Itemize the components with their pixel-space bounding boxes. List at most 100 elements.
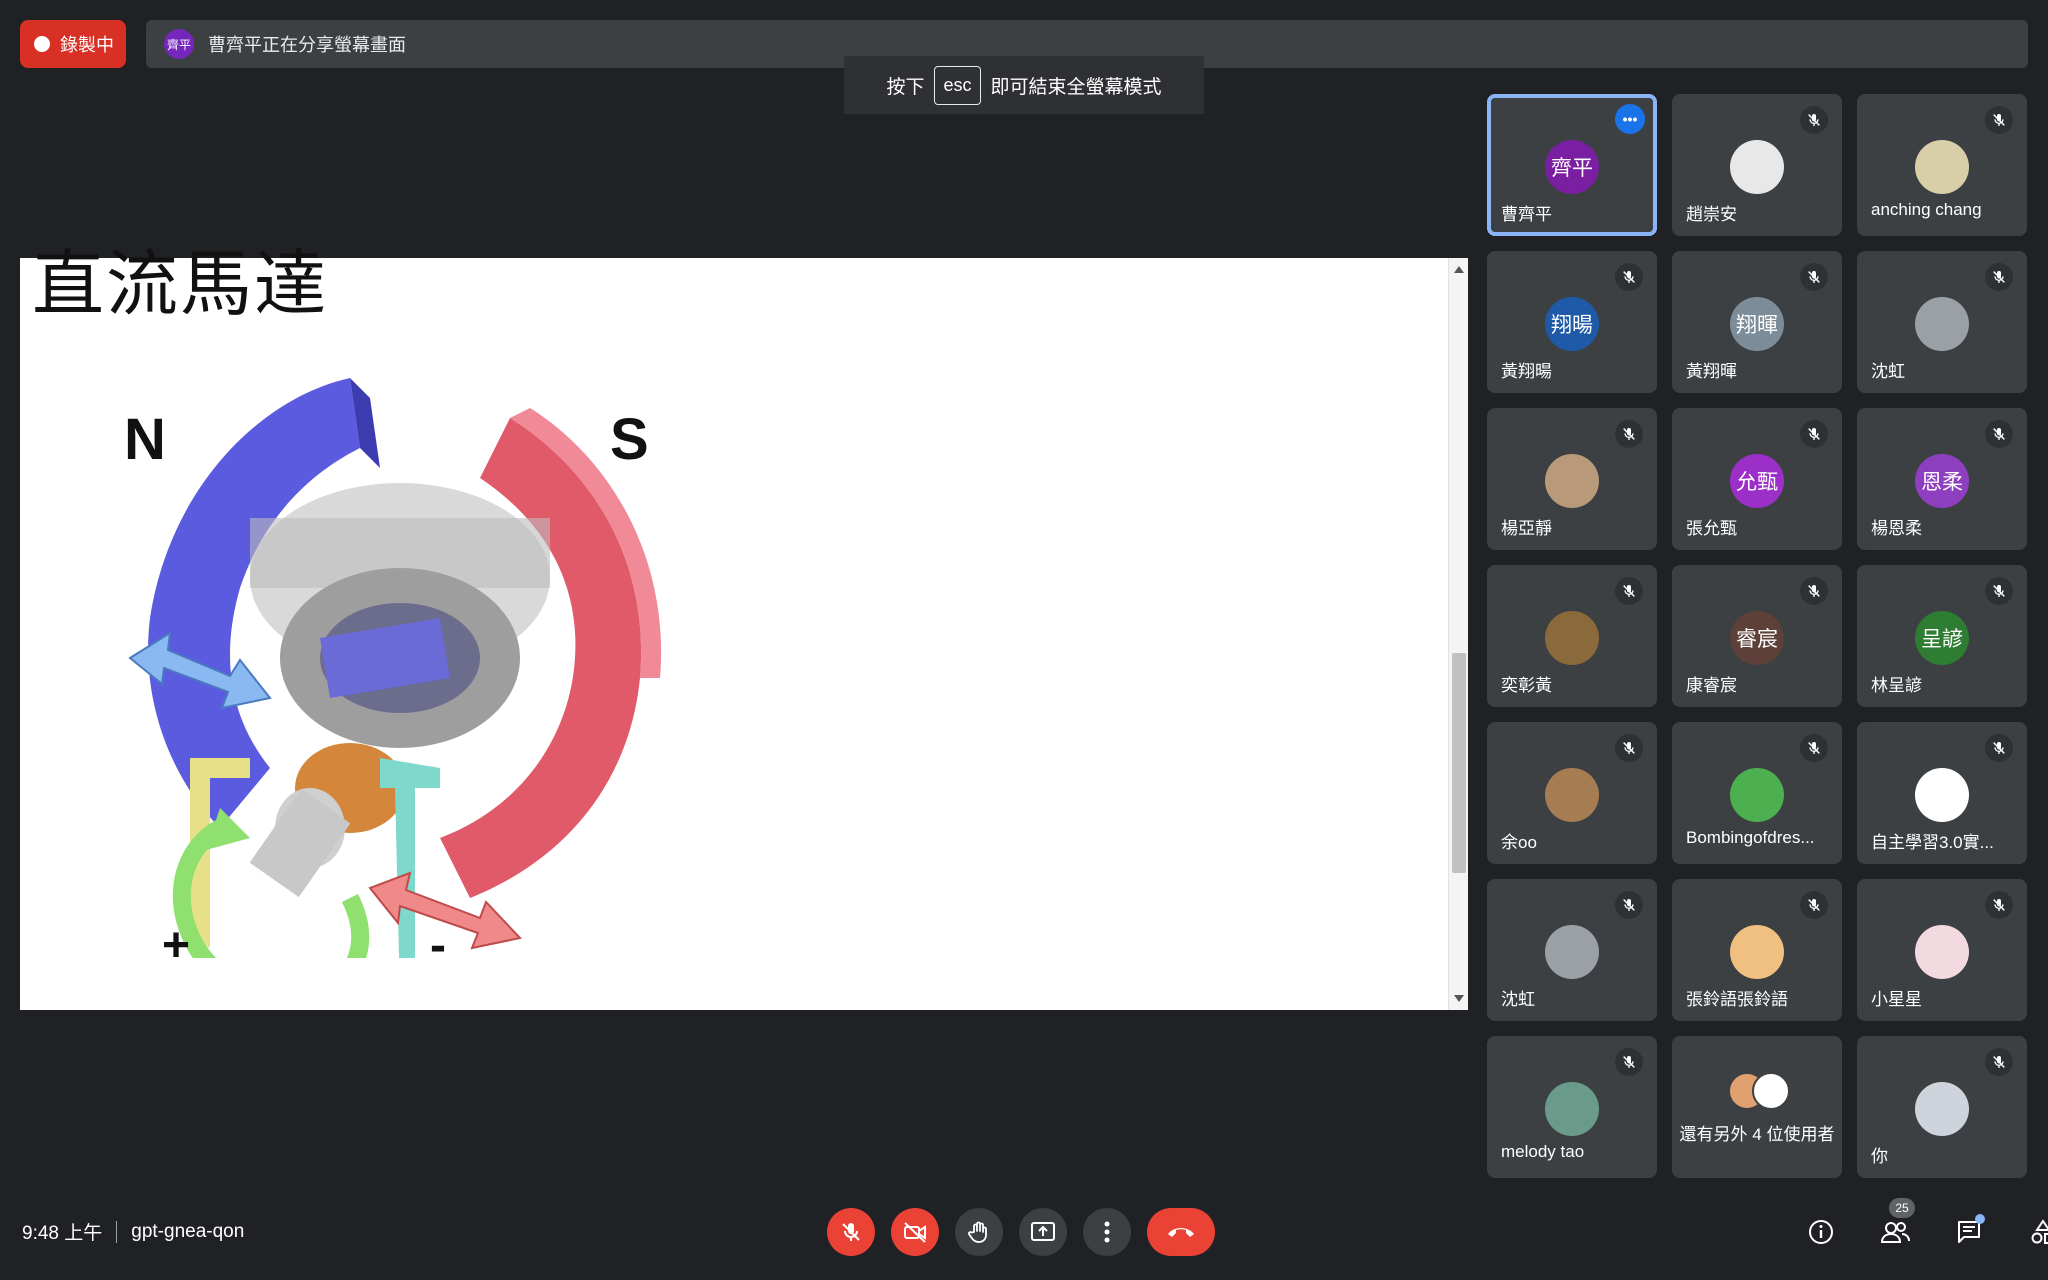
- meeting-details-button[interactable]: [1801, 1212, 1841, 1252]
- scroll-down-arrow-icon[interactable]: [1454, 995, 1464, 1002]
- participant-tile[interactable]: 趙崇安: [1672, 94, 1842, 236]
- muted-mic-icon: [1800, 734, 1828, 762]
- presenter-avatar: 齊平: [164, 29, 194, 59]
- meeting-info: 9:48 上午 gpt-gnea-qon: [22, 1218, 244, 1245]
- participant-tile[interactable]: 自主學習3.0實...: [1857, 722, 2027, 864]
- muted-mic-icon: [1615, 891, 1643, 919]
- muted-mic-icon: [1985, 577, 2013, 605]
- participant-name: 楊亞靜: [1501, 519, 1552, 538]
- muted-mic-icon: [1985, 420, 2013, 448]
- fullscreen-exit-hint: 按下 esc 即可結束全螢幕模式: [844, 56, 1204, 114]
- participant-name: 林呈諺: [1871, 676, 1922, 695]
- muted-mic-icon: [1800, 891, 1828, 919]
- scroll-thumb[interactable]: [1452, 653, 1466, 873]
- scroll-up-arrow-icon[interactable]: [1454, 266, 1464, 273]
- muted-mic-icon: [1615, 263, 1643, 291]
- info-icon: [1809, 1220, 1833, 1244]
- call-end-icon: [1168, 1228, 1194, 1237]
- participant-tile[interactable]: 奕彰黃: [1487, 565, 1657, 707]
- slide-scrollbar[interactable]: [1448, 258, 1468, 1010]
- participant-tile[interactable]: 呈諺 林呈諺: [1857, 565, 2027, 707]
- meeting-info-divider: [116, 1220, 118, 1243]
- south-pole-label: S: [610, 407, 649, 472]
- muted-mic-icon: [1985, 106, 2013, 134]
- participant-avatar: [1545, 768, 1599, 822]
- participant-tile[interactable]: 余oo: [1487, 722, 1657, 864]
- participant-tile[interactable]: anching chang: [1857, 94, 2027, 236]
- participant-tile[interactable]: 沈虹: [1857, 251, 2027, 393]
- participant-tile[interactable]: 翔暘 黃翔暘: [1487, 251, 1657, 393]
- tile-more-options-button[interactable]: •••: [1615, 104, 1645, 134]
- other-users-label: 還有另外 4 位使用者: [1679, 1125, 1835, 1144]
- participant-name: 曹齊平: [1501, 205, 1552, 224]
- participant-tile[interactable]: 沈虹: [1487, 879, 1657, 1021]
- participant-name: 黃翔暘: [1501, 362, 1552, 381]
- participant-avatar: [1915, 925, 1969, 979]
- microphone-off-button[interactable]: [827, 1208, 875, 1256]
- chat-button[interactable]: [1949, 1212, 1989, 1252]
- participant-tile[interactable]: 楊亞靜: [1487, 408, 1657, 550]
- participant-tile[interactable]: 小星星: [1857, 879, 2027, 1021]
- call-controls: [827, 1208, 1215, 1256]
- participant-grid: ••• 齊平 曹齊平 趙崇安 anching chang 翔暘 黃翔暘 翔暉 黃翔暉 沈虹 楊亞靜允…: [1487, 94, 2029, 1178]
- participant-name: 趙崇安: [1686, 205, 1737, 224]
- more-options-button[interactable]: [1083, 1208, 1131, 1256]
- record-dot-icon: [34, 36, 50, 52]
- muted-mic-icon: [1985, 734, 2013, 762]
- negative-terminal-label: -: [430, 919, 446, 972]
- other-user-avatar: [1752, 1072, 1790, 1110]
- participant-name: 奕彰黃: [1501, 676, 1552, 695]
- participant-name: anching chang: [1871, 200, 1982, 219]
- participant-avatar: [1915, 297, 1969, 351]
- activities-icon: [2031, 1219, 2048, 1244]
- participant-tile[interactable]: 還有另外 4 位使用者: [1672, 1036, 1842, 1178]
- participant-tile[interactable]: 睿宸康睿宸: [1672, 565, 1842, 707]
- camera-off-button[interactable]: [891, 1208, 939, 1256]
- present-screen-button[interactable]: [1019, 1208, 1067, 1256]
- participant-avatar: [1730, 768, 1784, 822]
- muted-mic-icon: [1800, 263, 1828, 291]
- recording-badge[interactable]: 錄製中: [20, 20, 126, 68]
- muted-mic-icon: [1985, 1048, 2013, 1076]
- participant-tile[interactable]: Bombingofdres...: [1672, 722, 1842, 864]
- muted-mic-icon: [1800, 577, 1828, 605]
- muted-mic-icon: [1985, 891, 2013, 919]
- participant-avatar: 翔暉: [1730, 297, 1784, 351]
- raise-hand-button[interactable]: [955, 1208, 1003, 1256]
- participant-avatar: [1545, 454, 1599, 508]
- participant-name: 張鈴語張鈴語: [1686, 990, 1788, 1009]
- participant-name: 小星星: [1871, 990, 1922, 1009]
- participant-tile[interactable]: 張鈴語張鈴語: [1672, 879, 1842, 1021]
- participant-name: 沈虹: [1501, 990, 1535, 1009]
- leave-call-button[interactable]: [1147, 1208, 1215, 1256]
- participant-name: 你: [1871, 1147, 1888, 1166]
- muted-mic-icon: [1615, 577, 1643, 605]
- participant-name: melody tao: [1501, 1142, 1585, 1161]
- present-screen-icon: [1031, 1222, 1055, 1241]
- participant-avatar: [1730, 925, 1784, 979]
- people-icon: [1880, 1222, 1910, 1243]
- positive-terminal-label: +: [162, 919, 191, 972]
- participant-avatar: 恩柔: [1915, 454, 1969, 508]
- participant-tile[interactable]: ••• 齊平 曹齊平: [1487, 94, 1657, 236]
- current-time: 9:48 上午: [22, 1223, 103, 1244]
- participant-avatar: 睿宸: [1730, 611, 1784, 665]
- participant-tile[interactable]: 恩柔 楊恩柔: [1857, 408, 2027, 550]
- north-pole-label: N: [124, 407, 166, 472]
- participant-avatar: [1915, 768, 1969, 822]
- participant-tile[interactable]: 允甄 張允甄: [1672, 408, 1842, 550]
- participant-tile[interactable]: 翔暉 黃翔暉: [1672, 251, 1842, 393]
- activities-button[interactable]: [2023, 1212, 2048, 1252]
- participant-tile[interactable]: melody tao: [1487, 1036, 1657, 1178]
- muted-mic-icon: [1615, 420, 1643, 448]
- participant-avatar: 允甄: [1730, 454, 1784, 508]
- participant-name: 康睿宸: [1686, 676, 1737, 695]
- participant-avatar: [1915, 140, 1969, 194]
- people-button[interactable]: 25: [1875, 1198, 1915, 1252]
- muted-mic-icon: [1615, 1048, 1643, 1076]
- participant-tile[interactable]: 你: [1857, 1036, 2027, 1178]
- meeting-code: gpt-gnea-qon: [131, 1220, 245, 1242]
- recording-label: 錄製中: [60, 35, 114, 55]
- esc-hint-prefix: 按下: [886, 76, 925, 98]
- camera-off-icon: [904, 1222, 926, 1243]
